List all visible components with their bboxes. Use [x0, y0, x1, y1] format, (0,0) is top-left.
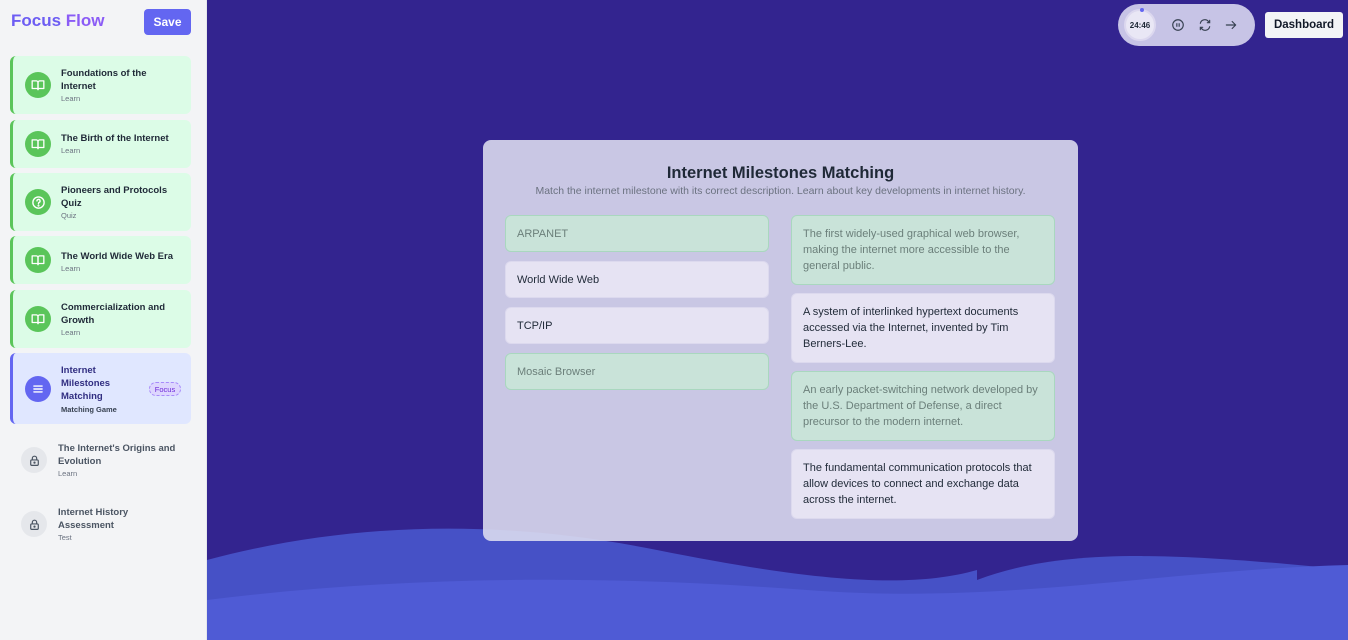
book-icon [25, 131, 51, 157]
description-card[interactable]: An early packet-switching network develo… [791, 371, 1055, 441]
sidebar-item-foundations[interactable]: Foundations of the Internet Learn [10, 56, 191, 114]
sidebar-item-www-era[interactable]: The World Wide Web Era Learn [10, 236, 191, 284]
list-icon [25, 376, 51, 402]
description-card[interactable]: A system of interlinked hypertext docume… [791, 293, 1055, 363]
lock-icon [21, 511, 47, 537]
pause-icon[interactable] [1170, 17, 1186, 33]
refresh-icon[interactable] [1197, 17, 1213, 33]
question-icon [25, 189, 51, 215]
term-card[interactable]: World Wide Web [505, 261, 769, 298]
book-icon [25, 306, 51, 332]
sidebar-item-title: The Internet's Origins and Evolution [58, 443, 176, 467]
matching-game-card: Internet Milestones Matching Match the i… [483, 140, 1078, 541]
sidebar-item-milestones-matching[interactable]: Internet Milestones Matching Matching Ga… [10, 353, 191, 424]
sidebar-item-subtitle: Learn [58, 469, 78, 478]
sidebar-item-subtitle: Quiz [61, 211, 77, 220]
book-icon [25, 247, 51, 273]
save-button[interactable]: Save [144, 9, 191, 35]
sidebar-item-commercialization[interactable]: Commercialization and Growth Learn [10, 290, 191, 348]
sidebar-item-title: The World Wide Web Era [61, 251, 173, 262]
lock-icon [21, 447, 47, 473]
sidebar-item-title: Internet History Assessment [58, 507, 129, 531]
term-card[interactable]: TCP/IP [505, 307, 769, 344]
focus-badge: Focus [149, 382, 181, 396]
term-card[interactable]: Mosaic Browser [505, 353, 769, 390]
sidebar-item-title: The Birth of the Internet [61, 133, 169, 144]
sidebar-item-title: Foundations of the Internet [61, 68, 147, 92]
sidebar-item-history-assessment: Internet History Assessment Test [10, 496, 191, 554]
sidebar-item-birth[interactable]: The Birth of the Internet Learn [10, 120, 191, 168]
sidebar-item-pioneers-quiz[interactable]: Pioneers and Protocols Quiz Quiz [10, 173, 191, 231]
dashboard-button[interactable]: Dashboard [1265, 12, 1343, 38]
sidebar-item-subtitle: Learn [61, 94, 81, 103]
sidebar: Focus Flow Save Foundations of the Inter… [0, 0, 207, 640]
sidebar-item-subtitle: Learn [61, 146, 81, 155]
session-controls: 24:46 [1118, 4, 1255, 46]
sidebar-item-title: Commercialization and Growth [61, 302, 165, 326]
timer-progress-indicator [1140, 8, 1144, 12]
app-logo: Focus Flow [11, 11, 105, 30]
sidebar-item-subtitle: Matching Game [61, 405, 117, 414]
sidebar-item-subtitle: Learn [61, 264, 81, 273]
sidebar-item-title: Pioneers and Protocols Quiz [61, 185, 168, 209]
sidebar-item-title: Internet Milestones Matching [61, 365, 111, 402]
arrow-right-icon[interactable] [1223, 17, 1239, 33]
sidebar-item-subtitle: Test [58, 533, 72, 542]
description-card[interactable]: The first widely-used graphical web brow… [791, 215, 1055, 285]
description-card[interactable]: The fundamental communication protocols … [791, 449, 1055, 519]
game-subtitle: Match the internet milestone with its co… [535, 185, 1026, 197]
sidebar-item-origins-evolution: The Internet's Origins and Evolution Lea… [10, 432, 191, 490]
timer-display: 24:46 [1124, 8, 1156, 41]
book-icon [25, 72, 51, 98]
game-title: Internet Milestones Matching [666, 164, 895, 182]
sidebar-item-subtitle: Learn [61, 328, 81, 337]
term-card[interactable]: ARPANET [505, 215, 769, 252]
